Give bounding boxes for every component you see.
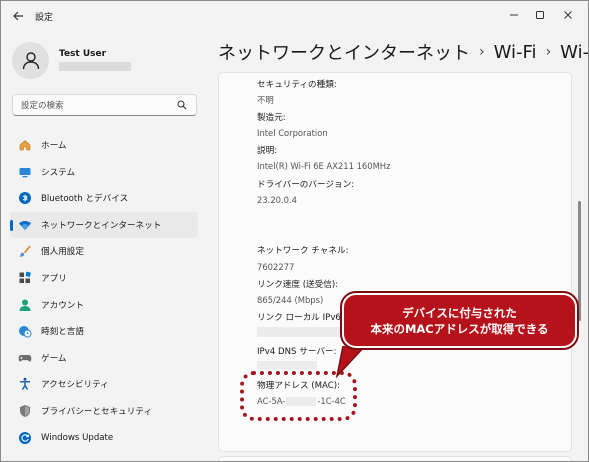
prop-value: Intel(R) Wi-Fi 6E AX211 160MHz <box>257 161 391 171</box>
sidebar-item-bluetooth[interactable]: Bluetooth とデバイス <box>10 185 198 211</box>
breadcrumb: ネットワークとインターネット › Wi-Fi › Wi-Fi <box>218 39 589 65</box>
prop-value: 7602277 <box>257 262 295 272</box>
scrollbar-thumb[interactable] <box>578 201 581 321</box>
sidebar-nav: ホーム システム Bluetooth とデバイス ネットワークとインターネット … <box>10 132 198 451</box>
maximize-icon <box>536 11 544 19</box>
prop-label: リンク ローカル IPv6 ア <box>257 313 353 323</box>
prop-manufacturer: 製造元: <box>257 111 286 123</box>
chevron-right-icon: › <box>479 44 485 60</box>
search-icon <box>176 99 188 111</box>
update-icon <box>18 431 32 445</box>
close-button[interactable] <box>555 5 581 25</box>
sidebar-item-system[interactable]: システム <box>10 159 198 185</box>
user-avatar-icon <box>22 52 39 70</box>
sidebar-item-label: アプリ <box>41 273 67 284</box>
prop-security-type: セキュリティの種類: <box>257 78 337 90</box>
prop-ipv6: リンク ローカル IPv6 ア <box>257 311 352 323</box>
sidebar-item-home[interactable]: ホーム <box>10 132 198 158</box>
prop-driver-version-value: 23.20.0.4 <box>257 195 297 205</box>
bluetooth-icon <box>18 191 32 205</box>
sidebar-item-accessibility[interactable]: アクセシビリティ <box>10 371 198 397</box>
avatar <box>12 41 49 79</box>
prop-description: 説明: <box>257 144 277 156</box>
user-email-redacted <box>59 62 131 71</box>
system-icon <box>18 165 32 179</box>
sidebar-item-label: Bluetooth とデバイス <box>41 194 129 205</box>
user-profile[interactable]: Test User <box>12 41 131 79</box>
sidebar-item-privacy[interactable]: プライバシーとセキュリティ <box>10 398 198 424</box>
sidebar-item-label: 時刻と言語 <box>41 327 84 338</box>
sidebar-item-windows-update[interactable]: Windows Update <box>10 425 198 451</box>
redacted-ipv6-value <box>257 327 352 337</box>
prop-value: 865/244 (Mbps) <box>257 295 324 305</box>
prop-security-type-value: 不明 <box>257 94 274 106</box>
settings-search-box[interactable]: 設定の検索 <box>12 94 197 116</box>
callout-pointer <box>335 346 367 379</box>
maximize-button[interactable] <box>527 5 553 25</box>
prop-label: 製造元: <box>257 113 286 123</box>
sidebar-item-label: システム <box>41 167 76 178</box>
prop-label: IPv4 DNS サーバー: <box>257 347 337 357</box>
prop-link-speed: リンク速度 (送受信): <box>257 278 338 290</box>
sidebar-item-personalization[interactable]: 個人用設定 <box>10 238 198 264</box>
prop-channel: ネットワーク チャネル: <box>257 244 348 256</box>
callout-line-2: 本来のMACアドレスが取得できる <box>370 321 549 336</box>
minimize-icon <box>510 14 518 16</box>
next-settings-card <box>218 456 572 461</box>
prop-label: ネットワーク チャネル: <box>257 246 349 256</box>
prop-value: 不明 <box>257 95 274 105</box>
sidebar-item-label: 個人用設定 <box>41 247 84 258</box>
title-bar: 設定 <box>1 1 588 31</box>
sidebar-item-apps[interactable]: アプリ <box>10 265 198 291</box>
back-button[interactable] <box>10 8 26 24</box>
prop-description-value: Intel(R) Wi-Fi 6E AX211 160MHz <box>257 161 391 171</box>
breadcrumb-item-wifi[interactable]: Wi-Fi <box>494 42 537 63</box>
close-icon <box>564 11 572 19</box>
sidebar-item-accounts[interactable]: アカウント <box>10 292 198 318</box>
sidebar-item-label: ホーム <box>41 141 67 151</box>
prop-label: セキュリティの種類: <box>257 80 337 90</box>
prop-ipv4-dns: IPv4 DNS サーバー: <box>257 345 336 357</box>
back-arrow-icon <box>13 11 23 21</box>
sidebar-item-label: ネットワークとインターネット <box>41 220 162 231</box>
chevron-right-icon: › <box>545 44 552 60</box>
app-title: 設定 <box>35 13 54 23</box>
breadcrumb-item-network[interactable]: ネットワークとインターネット <box>218 39 470 65</box>
brush-icon <box>18 244 32 258</box>
sidebar-item-label: Windows Update <box>41 432 114 443</box>
settings-window: 設定 Test User 設定の検索 ホーム システム Bluetooth とデ… <box>0 0 589 462</box>
sidebar-item-network[interactable]: ネットワークとインターネット <box>10 211 198 238</box>
shield-icon <box>18 404 32 418</box>
accessibility-icon <box>18 377 32 391</box>
prop-label: 説明: <box>257 146 278 156</box>
sidebar-item-time-language[interactable]: 時刻と言語 <box>10 318 198 344</box>
prop-label: リンク速度 (送受信): <box>257 280 339 290</box>
redacted-ipv4-dns-value <box>257 361 317 370</box>
prop-label: ドライバーのバージョン: <box>257 180 355 190</box>
sidebar-item-label: アカウント <box>41 300 84 311</box>
sidebar-item-label: ゲーム <box>41 353 67 364</box>
page-title: Wi-Fi <box>560 41 589 63</box>
clock-globe-icon <box>18 324 32 338</box>
callout-line-1: デバイスに付与された <box>402 305 517 320</box>
prop-value: 23.20.0.4 <box>257 195 297 205</box>
apps-icon <box>18 271 32 285</box>
search-input[interactable]: 設定の検索 <box>21 99 176 111</box>
user-name: Test User <box>59 49 107 59</box>
person-icon <box>18 298 32 312</box>
annotation-callout: デバイスに付与された 本来のMACアドレスが取得できる <box>340 291 579 350</box>
sidebar-item-label: プライバシーとセキュリティ <box>41 406 153 417</box>
gamepad-icon <box>18 351 32 365</box>
prop-channel-value: 7602277 <box>257 262 294 272</box>
prop-value: Intel Corporation <box>257 128 328 138</box>
home-icon <box>18 138 32 152</box>
wifi-icon <box>18 218 32 232</box>
sidebar-item-label: アクセシビリティ <box>41 380 109 391</box>
prop-driver-version: ドライバーのバージョン: <box>257 178 354 190</box>
prop-manufacturer-value: Intel Corporation <box>257 128 328 138</box>
prop-link-speed-value: 865/244 (Mbps) <box>257 295 323 305</box>
minimize-button[interactable] <box>501 5 527 25</box>
sidebar-item-gaming[interactable]: ゲーム <box>10 345 198 371</box>
